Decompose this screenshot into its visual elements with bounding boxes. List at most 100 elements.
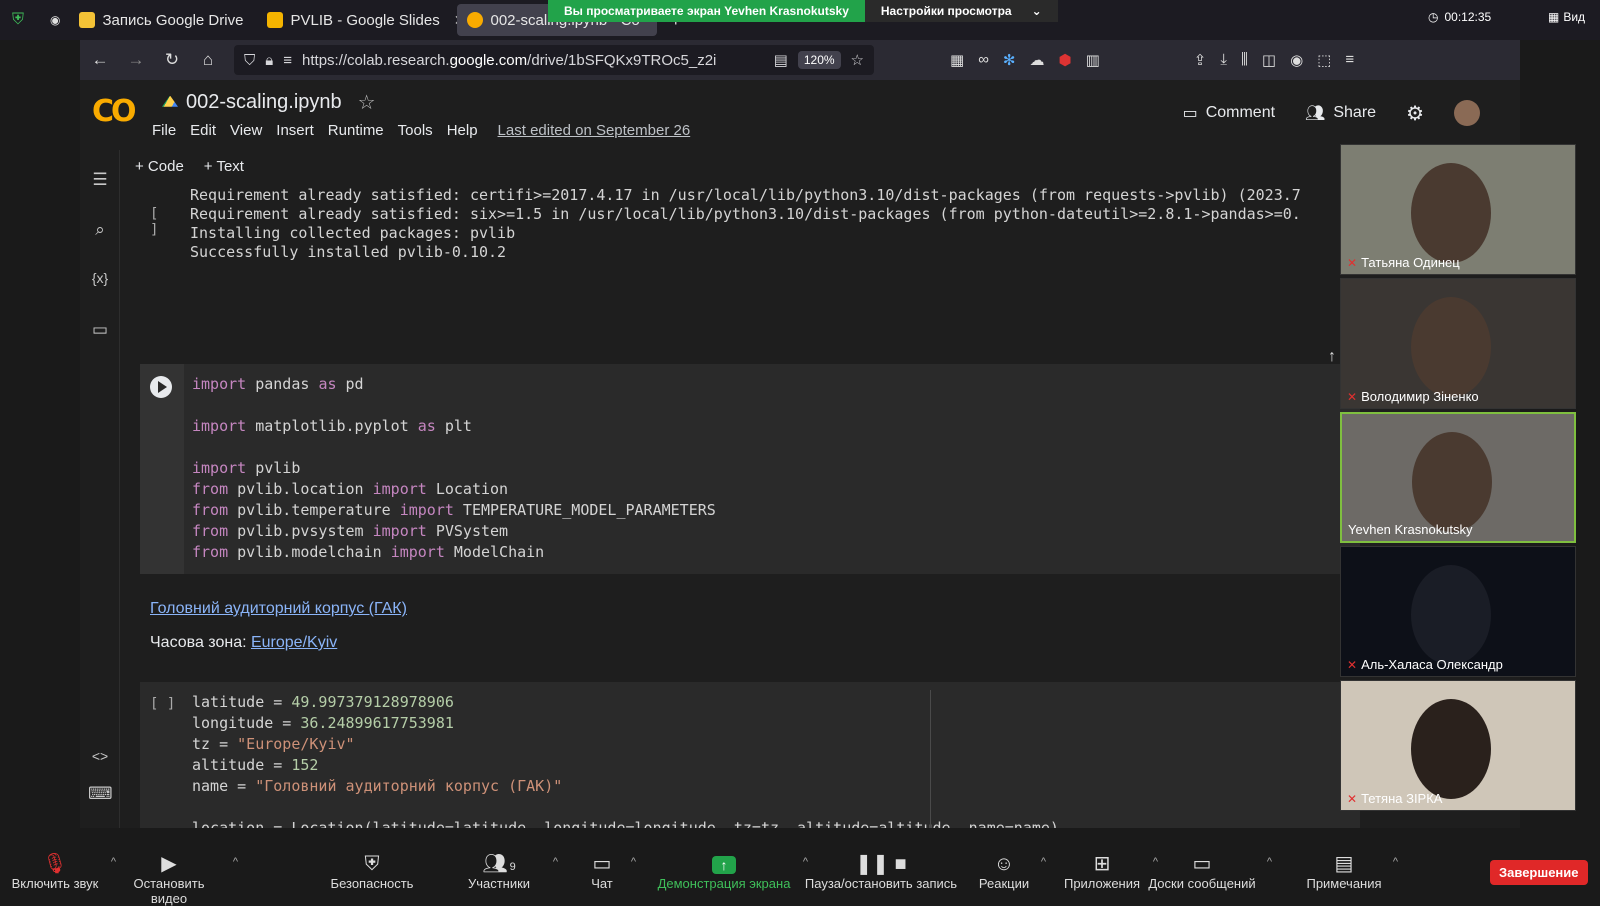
code-line[interactable]: tz = "Europe/Kyiv"	[192, 734, 1059, 755]
view-button[interactable]: ▦ Вид	[1548, 10, 1585, 24]
code-snippets-icon[interactable]: <>	[88, 748, 112, 764]
chevron-up-icon[interactable]: ^	[1267, 856, 1272, 868]
home-icon[interactable]: ⌂	[198, 50, 218, 70]
pause-record-button[interactable]: ❚❚ ■ Пауза/остановить запись	[804, 852, 958, 891]
stop-video-button[interactable]: ▶ Остановить видео ^	[116, 852, 238, 906]
participants-button[interactable]: 👥︎ 9 Участники ^	[456, 852, 558, 891]
code-line[interactable]: longitude = 36.24899617753981	[192, 713, 1059, 734]
code-line[interactable]: from pvlib.pvsystem import PVSystem	[192, 521, 716, 542]
url-bar[interactable]: ⛉ 🔒︎ ≡ https://colab.research.google.com…	[234, 45, 874, 75]
zoom-level[interactable]: 120%	[797, 51, 841, 69]
menu-insert[interactable]: Insert	[276, 122, 314, 139]
gear-icon[interactable]: ⚙	[1406, 101, 1424, 126]
pause-stop-icon: ❚❚ ■	[855, 853, 907, 875]
code-cell-location[interactable]: [ ] latitude = 49.997379128978906 longitu…	[140, 682, 1360, 828]
add-code-button[interactable]: + Code	[135, 158, 184, 175]
extension-cloud-icon[interactable]: ☁	[1029, 51, 1044, 69]
code-line[interactable]: import pvlib	[192, 458, 716, 479]
extensions-icon[interactable]: ⬚	[1317, 51, 1331, 69]
download-icon[interactable]: ⤓	[1220, 51, 1227, 69]
extension-glasses-icon[interactable]: ∞	[978, 51, 989, 69]
share-screen-button[interactable]: ↑ Демонстрация экрана ^	[656, 852, 808, 891]
forward-icon[interactable]: →	[126, 50, 146, 70]
comment-button[interactable]: ▭ Comment	[1183, 103, 1275, 123]
cell-bracket[interactable]: [ ]	[150, 696, 175, 712]
colab-logo[interactable]: CO	[92, 94, 136, 129]
menu-tools[interactable]: Tools	[398, 122, 433, 139]
code-line[interactable]: from pvlib.modelchain import ModelChain	[192, 542, 716, 563]
end-meeting-button[interactable]: Завершение	[1490, 860, 1588, 885]
participant-tile[interactable]: ✕ Татьяна Одинец	[1340, 144, 1576, 275]
code-line[interactable]: location = Location(latitude=latitude, l…	[192, 818, 1059, 828]
menu-file[interactable]: File	[152, 122, 176, 139]
code-line[interactable]	[192, 437, 716, 458]
markdown-cell[interactable]: Головний аудиторний корпус (ГАК) Часова …	[150, 600, 407, 652]
chevron-up-icon[interactable]: ^	[1393, 856, 1398, 868]
move-up-icon[interactable]: ↑	[1328, 348, 1336, 366]
reactions-button[interactable]: ☺ Реакции ^	[978, 852, 1046, 891]
menu-help[interactable]: Help	[447, 122, 478, 139]
account-icon[interactable]: ◉	[1290, 51, 1303, 69]
extension-save-icon[interactable]: ⇪	[1194, 51, 1207, 69]
code-line[interactable]	[192, 797, 1059, 818]
code-line[interactable]: import matplotlib.pyplot as plt	[192, 416, 716, 437]
participant-tile[interactable]: ✕ Тетяна ЗІРКА	[1340, 680, 1576, 811]
extension-ublock-icon[interactable]: ⬢	[1058, 51, 1071, 69]
code-line[interactable]: altitude = 152	[192, 755, 1059, 776]
tab-recording[interactable]: Запись Google Drive ✕	[69, 4, 257, 36]
star-icon[interactable]: ☆	[358, 90, 376, 115]
participant-tile[interactable]: ✕ Володимир Зіненко	[1340, 278, 1576, 409]
reload-icon[interactable]: ↻	[162, 50, 182, 70]
code-line[interactable]: from pvlib.location import Location	[192, 479, 716, 500]
apps-grid-icon[interactable]: ▦	[950, 51, 964, 69]
notebook-title-text[interactable]: 002-scaling.ipynb	[186, 91, 342, 114]
sidebar-icon[interactable]: ◫	[1262, 51, 1276, 69]
security-button[interactable]: ⛨ Безопасность	[330, 852, 414, 891]
building-link[interactable]: Головний аудиторний корпус (ГАК)	[150, 600, 407, 618]
avatar[interactable]	[1454, 100, 1480, 126]
folder-icon[interactable]: ▭	[88, 320, 112, 340]
menu-view[interactable]: View	[230, 122, 262, 139]
run-cell-button[interactable]	[150, 376, 172, 398]
chevron-up-icon[interactable]: ^	[233, 856, 238, 868]
chevron-up-icon[interactable]: ^	[1041, 856, 1046, 868]
whiteboards-button[interactable]: ▭ Доски сообщений ^	[1148, 852, 1272, 891]
share-button[interactable]: 👥︎ Share	[1305, 103, 1376, 123]
library-icon[interactable]: ⫼	[1241, 51, 1248, 69]
menu-runtime[interactable]: Runtime	[328, 122, 384, 139]
cell-bracket[interactable]: [ ]	[150, 206, 158, 238]
code-line[interactable]	[192, 395, 716, 416]
bookmark-star-icon[interactable]: ☆	[851, 51, 864, 69]
code-editor[interactable]: latitude = 49.997379128978906 longitude =…	[192, 692, 1059, 828]
code-line[interactable]: from pvlib.temperature import TEMPERATUR…	[192, 500, 716, 521]
extension-snowflake-icon[interactable]: ✻	[1003, 51, 1016, 69]
menu-edit[interactable]: Edit	[190, 122, 216, 139]
view-settings-button[interactable]: Настройки просмотра ⌄	[864, 0, 1058, 22]
add-text-button[interactable]: + Text	[204, 158, 244, 175]
chat-button[interactable]: ▭ Чат ^	[584, 852, 636, 891]
participant-tile[interactable]: Yevhen Krasnokutsky	[1340, 412, 1576, 543]
code-line[interactable]: import pandas as pd	[192, 374, 716, 395]
apps-button[interactable]: ⊞ Приложения ^	[1062, 852, 1158, 891]
code-editor[interactable]: import pandas as pd import matplotlib.py…	[192, 374, 716, 563]
code-line[interactable]: name = "Головний аудиторний корпус (ГАК)…	[192, 776, 1059, 797]
tab-slides[interactable]: PVLIB - Google Slides ✕	[257, 4, 457, 36]
last-edited-link[interactable]: Last edited on September 26	[498, 122, 691, 139]
reader-icon[interactable]: ▤	[774, 51, 788, 69]
toc-icon[interactable]: ☰	[88, 170, 112, 190]
search-icon[interactable]: ⌕	[88, 220, 112, 240]
code-cell-imports[interactable]: import pandas as pd import matplotlib.py…	[140, 348, 1360, 574]
command-palette-icon[interactable]: ⌨	[88, 784, 113, 804]
notes-button[interactable]: ▤ Примечания ^	[1306, 852, 1398, 891]
menu-icon[interactable]: ≡	[1345, 51, 1354, 69]
code-line[interactable]: latitude = 49.997379128978906	[192, 692, 1059, 713]
participant-tile[interactable]: ✕ Аль-Халаса Олександр	[1340, 546, 1576, 677]
back-icon[interactable]: ←	[90, 50, 110, 70]
extension-bars-icon[interactable]: ▥	[1086, 51, 1100, 69]
variables-icon[interactable]: {x}	[88, 270, 112, 286]
participant-name: Yevhen Krasnokutsky	[1348, 522, 1473, 537]
unmute-button[interactable]: 🎙︎ Включить звук ^	[10, 852, 116, 891]
chevron-up-icon[interactable]: ^	[553, 856, 558, 868]
chevron-up-icon[interactable]: ^	[631, 856, 636, 868]
timezone-link[interactable]: Europe/Kyiv	[251, 634, 337, 651]
